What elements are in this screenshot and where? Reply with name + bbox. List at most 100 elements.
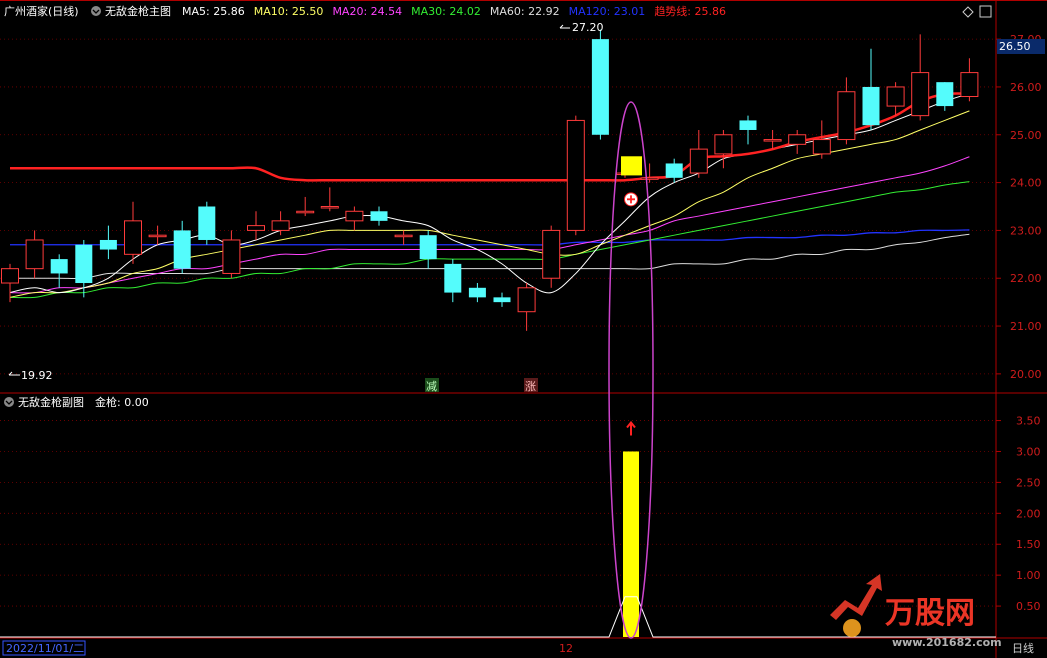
low-price-label: 19.92 (21, 369, 53, 382)
candle-body (714, 134, 733, 155)
candle-body (247, 225, 265, 231)
candle (25, 230, 44, 279)
candle-body (665, 163, 683, 178)
candle-body (271, 220, 290, 231)
candle (247, 211, 265, 240)
arrow-logo-icon (830, 574, 882, 620)
indicator-menu-icon[interactable] (91, 6, 101, 16)
ma-legend-item: 趋势线: 25.86 (654, 4, 726, 18)
candle (444, 259, 462, 303)
stock-name[interactable]: 广州酒家(日线) (4, 4, 79, 18)
y-tick-label: 3.00 (1016, 445, 1041, 458)
main-header: 广州酒家(日线) 无敌金枪主图 MA5: 25.86 MA10: 25.50 MA2… (4, 4, 726, 18)
candle (345, 206, 364, 231)
candle (911, 34, 930, 121)
ma-line-MA20 (9, 156, 970, 294)
y-tick-label: 0.50 (1016, 600, 1041, 613)
candle (788, 129, 807, 154)
date-label[interactable]: 2022/11/01/二 (6, 642, 84, 655)
candle-body (296, 210, 315, 214)
candle-body (345, 210, 364, 222)
ma-line-MA5 (9, 93, 970, 294)
current-price-label: 26.50 (999, 40, 1031, 53)
watermark-brand: 万股网 (885, 596, 975, 631)
candle (50, 254, 68, 288)
candle (542, 225, 561, 288)
sub-indicator-name[interactable]: 无敌金枪副图 (18, 395, 84, 409)
candle-body (862, 86, 880, 126)
high-arrow-icon (559, 24, 570, 29)
candle-body (542, 229, 561, 279)
candle (419, 230, 437, 269)
candle (394, 230, 413, 245)
y-tick-label: 25.00 (1010, 129, 1042, 142)
candle-body (148, 234, 167, 238)
candle-body (763, 139, 782, 142)
candle-body (886, 86, 905, 107)
y-tick-label: 3.50 (1016, 415, 1041, 428)
candle (148, 225, 167, 245)
candle (591, 29, 609, 140)
candle (124, 201, 142, 264)
candle-body (591, 39, 609, 135)
sub-header: 无敌金枪副图 金枪: 0.00 (4, 395, 149, 409)
candle (271, 211, 290, 236)
candle (886, 82, 905, 116)
watermark-url: www.201682.com (892, 636, 1002, 649)
candle-body (812, 139, 831, 155)
candle-body (370, 211, 388, 221)
candle-body (25, 239, 44, 270)
candle-body (394, 234, 413, 238)
candle-body (640, 177, 659, 180)
ma-legend-item: MA10: 25.50 (254, 5, 324, 18)
ma-legend-item: MA20: 24.54 (332, 5, 402, 18)
ma-legend-item: MA120: 23.01 (569, 5, 646, 18)
candle-body (837, 91, 856, 141)
y-tick-label: 2.00 (1016, 507, 1041, 520)
moving-average-lines (9, 92, 970, 299)
y-tick-label: 21.00 (1010, 320, 1042, 333)
candle-body (198, 206, 216, 240)
candle (665, 158, 683, 183)
period-label[interactable]: 日线 (1012, 641, 1034, 655)
main-y-axis: 20.0021.0022.0023.0024.0025.0026.0027.00 (996, 33, 1042, 381)
candle (99, 225, 117, 260)
candle-body (50, 259, 68, 274)
main-indicator-name[interactable]: 无敌金枪主图 (105, 4, 171, 18)
candle-body (689, 148, 708, 174)
candle (468, 283, 486, 303)
maximize-icon[interactable] (979, 5, 992, 18)
candle-body (75, 244, 93, 284)
candle-body (517, 287, 536, 313)
candle-body (124, 220, 142, 255)
candle (222, 230, 241, 279)
candle (862, 48, 880, 130)
candle-body (419, 235, 437, 260)
candle-body (222, 239, 241, 274)
low-arrow-icon (8, 371, 20, 376)
candle-body (911, 72, 930, 117)
candle (517, 283, 536, 331)
candle-body (320, 206, 339, 209)
candle-body (1, 268, 19, 284)
y-tick-label: 20.00 (1010, 368, 1042, 381)
candle (566, 115, 585, 236)
month-label: 12 (559, 642, 573, 655)
rise-signal-text: 涨 (525, 380, 536, 393)
candle (837, 77, 856, 145)
candle (198, 201, 216, 245)
ma-legend-item: MA30: 24.02 (411, 5, 481, 18)
candle (320, 187, 339, 212)
candle (640, 163, 659, 183)
candle (370, 206, 388, 226)
candle (493, 292, 511, 307)
y-tick-label: 2.50 (1016, 476, 1041, 489)
ma-legend-item: MA60: 22.92 (490, 5, 560, 18)
ma-line-趋势线 (10, 92, 970, 182)
candle (689, 129, 708, 178)
candle (173, 220, 191, 274)
diamond-icon[interactable] (962, 6, 974, 18)
sub-indicator-menu-icon[interactable] (4, 397, 14, 407)
y-tick-label: 1.50 (1016, 538, 1041, 551)
candle-body (99, 239, 117, 250)
